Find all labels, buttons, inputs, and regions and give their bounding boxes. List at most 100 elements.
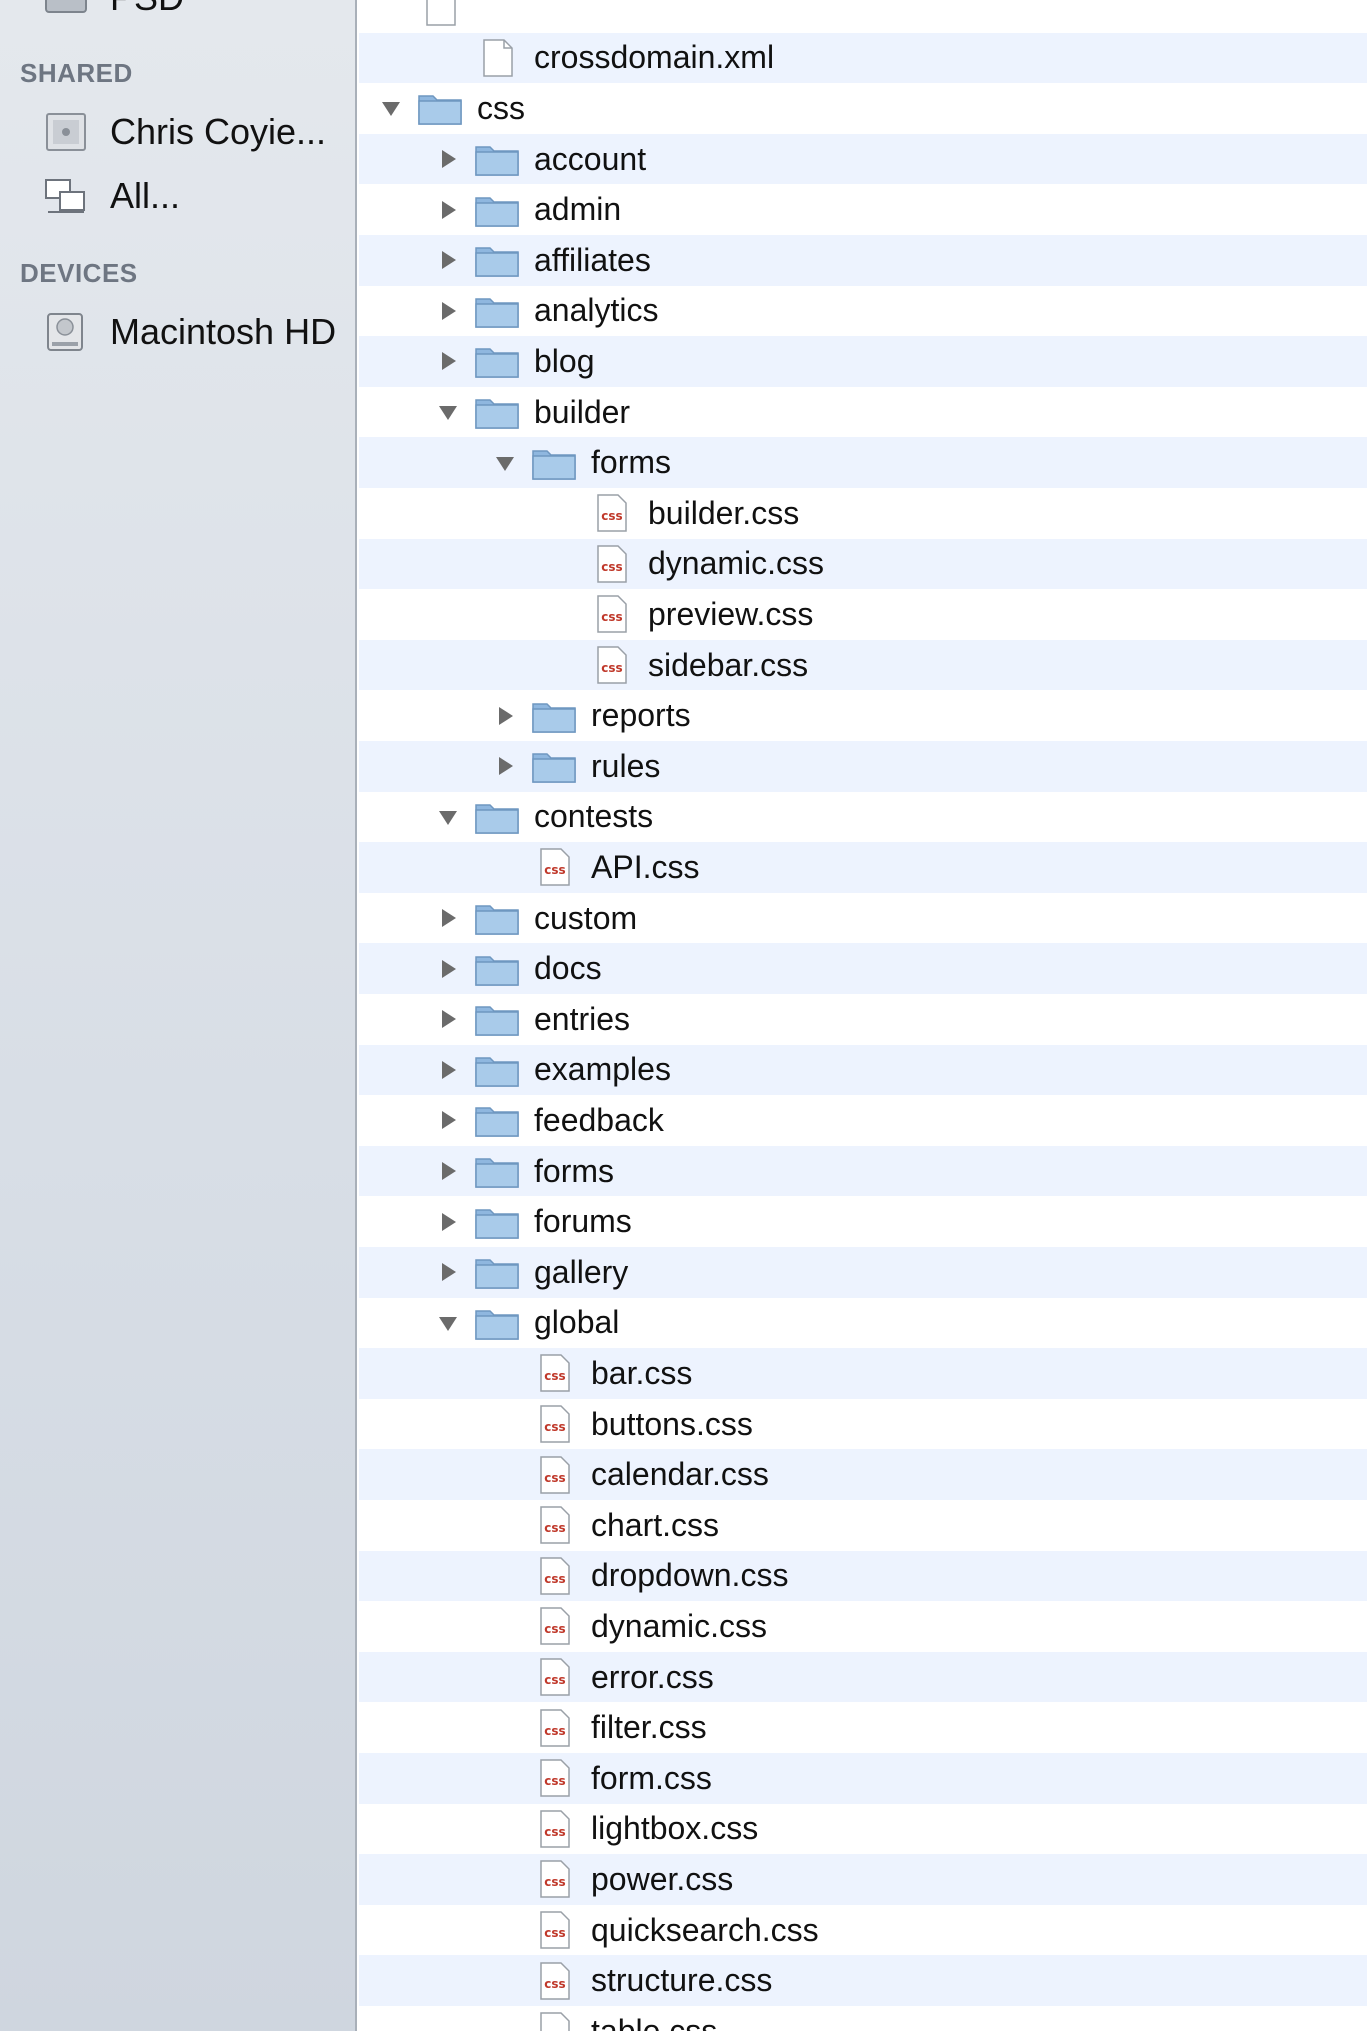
folder-row[interactable]: rules [359,741,1367,792]
disclosure-collapsed-icon[interactable] [436,1058,460,1082]
sidebar-item-label: PSD [110,0,184,19]
svg-text:css: css [544,1926,565,1940]
file-row[interactable]: css lightbox.css [359,1803,1367,1855]
folder-row[interactable]: contests [359,791,1367,843]
folder-row[interactable]: blog [359,336,1367,387]
file-row[interactable]: css calendar.css [359,1449,1367,1500]
file-row[interactable]: css dynamic.css [359,1601,1367,1652]
sidebar-item-macintosh-hd[interactable]: Macintosh HD [44,306,336,358]
folder-row[interactable]: reports [359,690,1367,741]
file-name: builder [534,393,631,430]
folder-row[interactable]: builder [359,386,1367,438]
folder-row[interactable]: entries [359,994,1367,1045]
file-row[interactable]: crossdomain.xml [359,32,1367,84]
folder-row[interactable]: admin [359,184,1367,235]
file-name: forms [591,444,671,481]
css-file-icon: css [588,493,634,533]
disclosure-collapsed-icon[interactable] [493,704,517,728]
disclosure-collapsed-icon[interactable] [436,248,460,272]
folder-icon [474,190,520,230]
folder-icon [531,696,577,736]
disclosure-collapsed-icon[interactable] [436,906,460,930]
file-row[interactable]: css dropdown.css [359,1550,1367,1602]
file-name: account [534,140,647,177]
folder-row[interactable]: gallery [359,1247,1367,1298]
file-row[interactable]: css filter.css [359,1702,1367,1753]
folder-row[interactable]: analytics [359,285,1367,337]
file-row[interactable]: css API.css [359,842,1367,893]
file-row[interactable]: css chart.css [359,1500,1367,1551]
file-row[interactable]: css structure.css [359,1955,1367,2006]
file-row[interactable]: css power.css [359,1854,1367,1905]
disclosure-collapsed-icon[interactable] [436,299,460,323]
svg-text:css: css [544,2027,565,2031]
disclosure-expanded-icon[interactable] [436,400,460,424]
folder-row[interactable]: forums [359,1196,1367,1247]
disclosure-expanded-icon[interactable] [379,96,403,120]
disclosure-expanded-icon[interactable] [493,451,517,475]
disclosure-expanded-icon[interactable] [436,805,460,829]
css-file-icon: css [531,2011,577,2031]
file-name: contests [534,798,654,835]
sidebar-item-chris-coyier[interactable]: Chris Coyie... [44,106,326,158]
file-row[interactable]: css quicksearch.css [359,1904,1367,1956]
disclosure-collapsed-icon[interactable] [436,1159,460,1183]
folder-row[interactable]: examples [359,1044,1367,1096]
file-row[interactable]: css dynamic.css [359,538,1367,590]
svg-text:css: css [601,610,622,624]
file-row[interactable]: css form.css [359,1753,1367,1804]
disclosure-collapsed-icon[interactable] [493,754,517,778]
folder-row[interactable]: feedback [359,1095,1367,1146]
disclosure-collapsed-icon[interactable] [436,349,460,373]
sidebar-item-all[interactable]: All... [44,170,180,222]
disclosure-collapsed-icon[interactable] [436,198,460,222]
file-row[interactable]: css buttons.css [359,1398,1367,1450]
file-row[interactable]: css sidebar.css [359,639,1367,691]
file-name: rules [591,747,661,784]
folder-row[interactable]: global [359,1297,1367,1349]
disclosure-collapsed-icon[interactable] [436,1108,460,1132]
disclosure-collapsed-icon[interactable] [436,147,460,171]
disclosure-collapsed-icon[interactable] [436,1210,460,1234]
folder-row[interactable]: forms [359,1145,1367,1197]
file-name: table.css [591,2012,718,2031]
file-name: dynamic.css [591,1607,768,1644]
disclosure-collapsed-icon[interactable] [436,1007,460,1031]
disclosure-expanded-icon[interactable] [436,1311,460,1335]
folder-icon [531,746,577,786]
svg-text:css: css [544,1622,565,1636]
hard-drive-icon [44,312,88,352]
svg-text:css: css [601,560,622,574]
network-icon [44,176,88,216]
sidebar-item-psd[interactable]: PSD [44,0,184,24]
file-row[interactable] [359,0,1367,33]
file-name: crossdomain.xml [534,39,775,76]
folder-row[interactable]: forms [359,437,1367,488]
folder-row[interactable]: custom [359,892,1367,944]
document-icon [474,38,520,78]
file-row[interactable]: css preview.css [359,589,1367,640]
file-row[interactable]: css builder.css [359,488,1367,539]
css-file-icon: css [531,1657,577,1697]
folder-icon [474,797,520,837]
folder-row[interactable]: docs [359,943,1367,994]
file-name: buttons.css [591,1405,753,1442]
file-row[interactable]: css table.css [359,2006,1367,2031]
css-file-icon: css [588,594,634,634]
svg-text:css: css [544,1825,565,1839]
disclosure-collapsed-icon[interactable] [436,1260,460,1284]
file-name: builder.css [648,494,800,531]
sidebar-item-label: All... [110,175,181,216]
folder-row[interactable]: account [359,133,1367,185]
folder-row[interactable]: affiliates [359,235,1367,286]
file-name: examples [534,1051,671,1088]
folder-row[interactable]: css [359,83,1367,134]
file-row[interactable]: css bar.css [359,1348,1367,1399]
svg-text:css: css [544,1774,565,1788]
file-row[interactable]: css error.css [359,1651,1367,1703]
disclosure-collapsed-icon[interactable] [436,957,460,981]
